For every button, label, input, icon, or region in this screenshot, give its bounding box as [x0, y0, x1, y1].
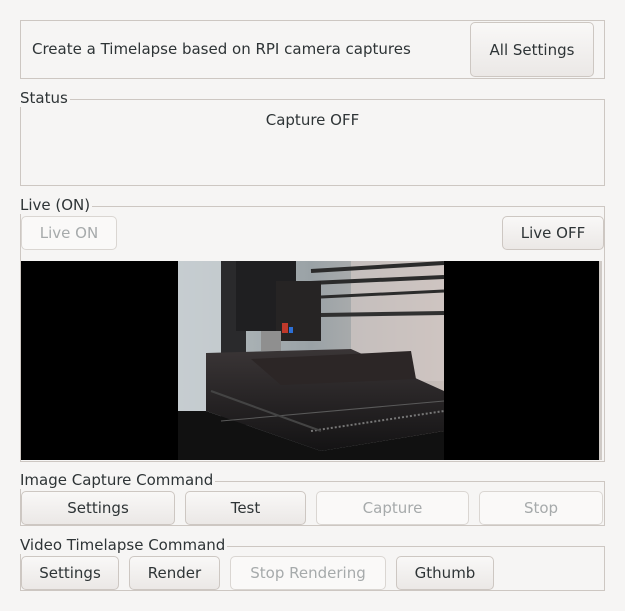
- test-button[interactable]: Test: [185, 491, 306, 525]
- stop-rendering-button[interactable]: Stop Rendering: [230, 556, 386, 590]
- render-button[interactable]: Render: [129, 556, 220, 590]
- header-description: Create a Timelapse based on RPI camera c…: [32, 40, 411, 58]
- video-timelapse-legend: Video Timelapse Command: [20, 536, 228, 554]
- stop-button[interactable]: Stop: [479, 491, 603, 525]
- status-text: Capture OFF: [265, 111, 360, 129]
- image-capture-legend: Image Capture Command: [20, 471, 216, 489]
- video-settings-button[interactable]: Settings: [21, 556, 119, 590]
- all-settings-button[interactable]: All Settings: [470, 22, 594, 77]
- live-on-button[interactable]: Live ON: [21, 216, 117, 250]
- live-camera-view: [21, 261, 602, 460]
- video-right-edge: [599, 261, 602, 460]
- gthumb-button[interactable]: Gthumb: [396, 556, 494, 590]
- capture-button[interactable]: Capture: [316, 491, 469, 525]
- camera-frame-image: [178, 261, 445, 460]
- live-off-button[interactable]: Live OFF: [502, 216, 604, 250]
- live-legend: Live (ON): [20, 196, 93, 214]
- capture-settings-button[interactable]: Settings: [21, 491, 175, 525]
- status-legend: Status: [20, 89, 70, 107]
